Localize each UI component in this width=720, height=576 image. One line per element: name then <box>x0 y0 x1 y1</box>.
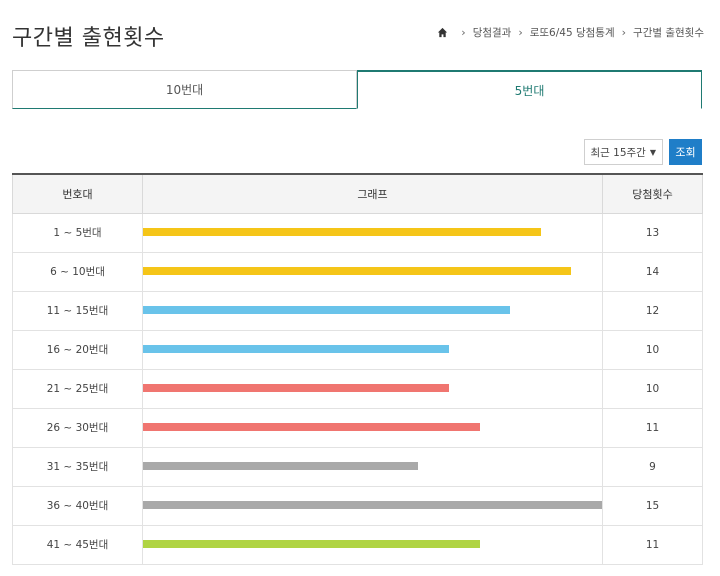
bar-track <box>143 345 602 354</box>
count-value: 11 <box>602 524 703 565</box>
column-header-count: 당첨횟수 <box>602 173 703 214</box>
range-label: 1 ~ 5번대 <box>12 212 143 253</box>
graph-cell <box>142 212 603 253</box>
bar-track <box>143 267 602 276</box>
bar-track <box>143 462 602 471</box>
count-value: 13 <box>602 212 703 253</box>
tab-10s[interactable]: 10번대 <box>12 70 357 109</box>
graph-cell <box>142 329 603 370</box>
chart-bar <box>143 345 449 353</box>
count-value: 9 <box>602 446 703 487</box>
chevron-right-icon: › <box>621 26 627 39</box>
count-value: 15 <box>602 485 703 526</box>
range-label: 6 ~ 10번대 <box>12 251 143 292</box>
filter-bar: 최근 15주간 ▼ 조회 <box>583 139 702 165</box>
chart-bar <box>143 462 419 470</box>
chart-bar <box>143 267 572 275</box>
chart-bar <box>143 306 511 314</box>
count-value: 14 <box>602 251 703 292</box>
bar-track <box>143 384 602 393</box>
bar-track <box>143 228 602 237</box>
stats-table: 번호대 그래프 당첨횟수 1 ~ 5번대 13 6 ~ 10번대 14 11 ~ 15번… <box>12 173 703 565</box>
tab-5s[interactable]: 5번대 <box>357 70 702 109</box>
graph-cell <box>142 407 603 448</box>
period-select-value: 최근 15주간 <box>590 146 646 159</box>
breadcrumb-item[interactable]: 로또6/45 당첨통계 <box>530 25 615 40</box>
chart-bar <box>143 384 449 392</box>
chart-bar <box>143 540 480 548</box>
tab-bar: 10번대 5번대 <box>12 70 702 109</box>
table-row: 6 ~ 10번대 14 <box>12 251 703 292</box>
breadcrumb-item[interactable]: 당첨결과 <box>473 25 512 40</box>
breadcrumb-current: 구간별 출현횟수 <box>633 27 704 39</box>
column-header-graph: 그래프 <box>142 173 603 214</box>
range-label: 26 ~ 30번대 <box>12 407 143 448</box>
chart-bar <box>143 501 602 509</box>
table-header-row: 번호대 그래프 당첨횟수 <box>12 173 703 214</box>
range-label: 21 ~ 25번대 <box>12 368 143 409</box>
range-label: 41 ~ 45번대 <box>12 524 143 565</box>
graph-cell <box>142 290 603 331</box>
chart-bar <box>143 423 480 431</box>
table-row: 36 ~ 40번대 15 <box>12 485 703 526</box>
graph-cell <box>142 446 603 487</box>
chart-bar <box>143 228 541 236</box>
table-body: 1 ~ 5번대 13 6 ~ 10번대 14 11 ~ 15번대 12 16 ~ 20번대 1… <box>12 212 703 565</box>
table-row: 11 ~ 15번대 12 <box>12 290 703 331</box>
table-row: 26 ~ 30번대 11 <box>12 407 703 448</box>
count-value: 12 <box>602 290 703 331</box>
search-button[interactable]: 조회 <box>669 139 702 165</box>
chevron-right-icon: › <box>461 26 466 39</box>
range-label: 16 ~ 20번대 <box>12 329 143 370</box>
count-value: 10 <box>602 368 703 409</box>
range-label: 36 ~ 40번대 <box>12 485 143 526</box>
breadcrumb: › 당첨결과 › 로또6/45 당첨통계 › 구간별 출현횟수 <box>437 25 704 40</box>
graph-cell <box>142 524 603 565</box>
bar-track <box>143 306 602 315</box>
bar-track <box>143 540 602 549</box>
graph-cell <box>142 485 603 526</box>
page-title: 구간별 출현횟수 <box>12 26 165 51</box>
range-label: 11 ~ 15번대 <box>12 290 143 331</box>
table-row: 1 ~ 5번대 13 <box>12 212 703 253</box>
graph-cell <box>142 251 603 292</box>
bar-track <box>143 501 602 510</box>
caret-down-icon: ▼ <box>649 147 656 157</box>
count-value: 11 <box>602 407 703 448</box>
table-row: 16 ~ 20번대 10 <box>12 329 703 370</box>
graph-cell <box>142 368 603 409</box>
home-icon[interactable] <box>437 27 448 38</box>
period-select[interactable]: 최근 15주간 ▼ <box>583 139 663 165</box>
range-label: 31 ~ 35번대 <box>12 446 143 487</box>
count-value: 10 <box>602 329 703 370</box>
bar-track <box>143 423 602 432</box>
table-row: 41 ~ 45번대 11 <box>12 524 703 565</box>
chevron-right-icon: › <box>518 26 523 39</box>
table-row: 31 ~ 35번대 9 <box>12 446 703 487</box>
column-header-range: 번호대 <box>12 173 143 214</box>
table-row: 21 ~ 25번대 10 <box>12 368 703 409</box>
